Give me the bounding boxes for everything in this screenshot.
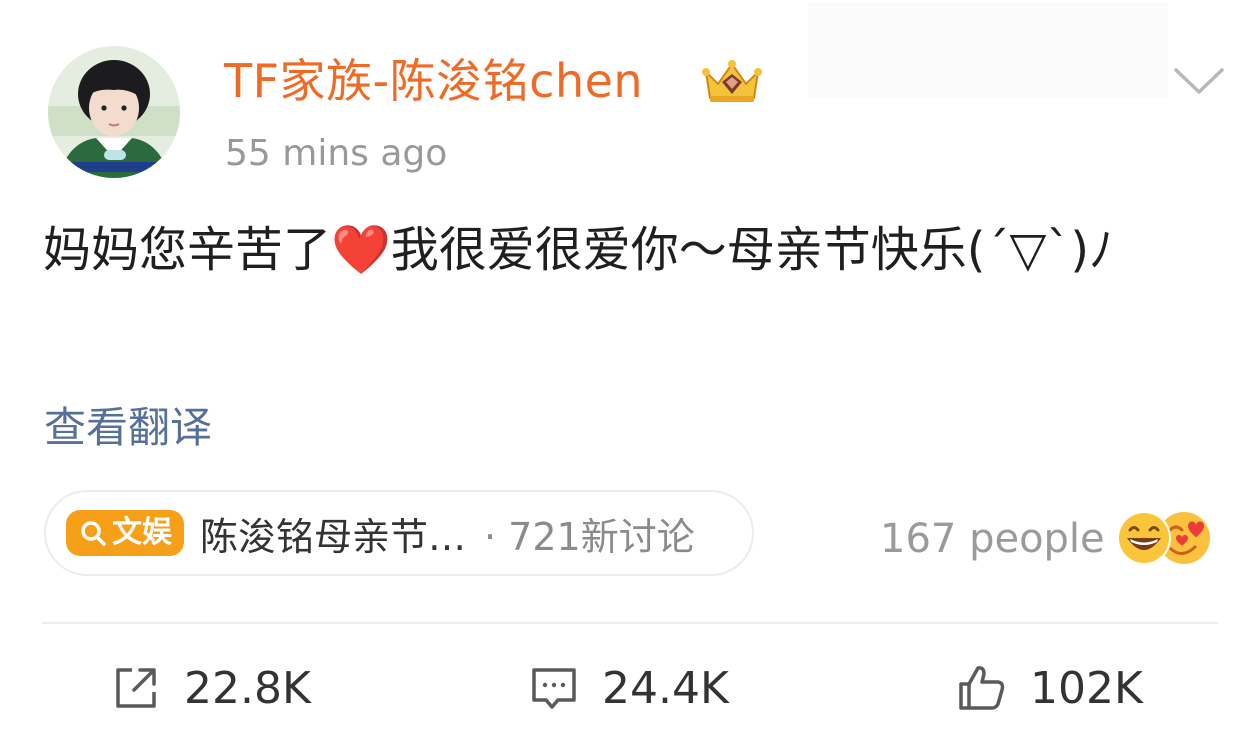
share-count: 22.8K (184, 662, 311, 714)
faded-banner (808, 2, 1168, 98)
like-button[interactable]: 102K (956, 656, 1143, 720)
post-text: 妈妈您辛苦了❤️我很爱很爱你～母亲节快乐(´▽`)ﾉ (43, 218, 1223, 282)
post-text-part1: 妈妈您辛苦了 (43, 222, 332, 278)
like-icon (959, 666, 1005, 710)
post-text-part2: 我很爱很爱你～母亲节快乐(´▽`)ﾉ (390, 222, 1114, 278)
topic-pill[interactable]: 文娱 陈浚铭母亲节… · 721新讨论 (44, 490, 754, 576)
comment-count: 24.4K (602, 662, 729, 714)
reaction-count[interactable]: 167 people (880, 514, 1105, 564)
crown-icon (700, 58, 764, 106)
heart-emoji-icon: ❤️ (331, 222, 391, 278)
topic-tag-label: 文娱 (112, 515, 172, 550)
comment-button[interactable]: 24.4K (528, 656, 729, 720)
topic-tag: 文娱 (66, 510, 184, 556)
author-name[interactable]: TF家族-陈浚铭chen (224, 52, 643, 110)
avatar[interactable] (48, 46, 180, 178)
share-icon (116, 668, 156, 708)
topic-title: 陈浚铭母亲节… (200, 514, 467, 559)
comment-icon (532, 668, 576, 709)
translate-link[interactable]: 查看翻译 (44, 400, 212, 456)
divider (42, 622, 1218, 624)
topic-meta: · 721新讨论 (484, 514, 695, 559)
laughing-emoji-icon (1117, 511, 1171, 565)
reaction-emojis[interactable] (1112, 508, 1216, 568)
search-icon (81, 521, 106, 546)
chevron-down-icon[interactable] (1172, 62, 1226, 98)
share-button[interactable]: 22.8K (110, 656, 311, 720)
like-count: 102K (1030, 662, 1143, 714)
timestamp: 55 mins ago (225, 133, 448, 174)
